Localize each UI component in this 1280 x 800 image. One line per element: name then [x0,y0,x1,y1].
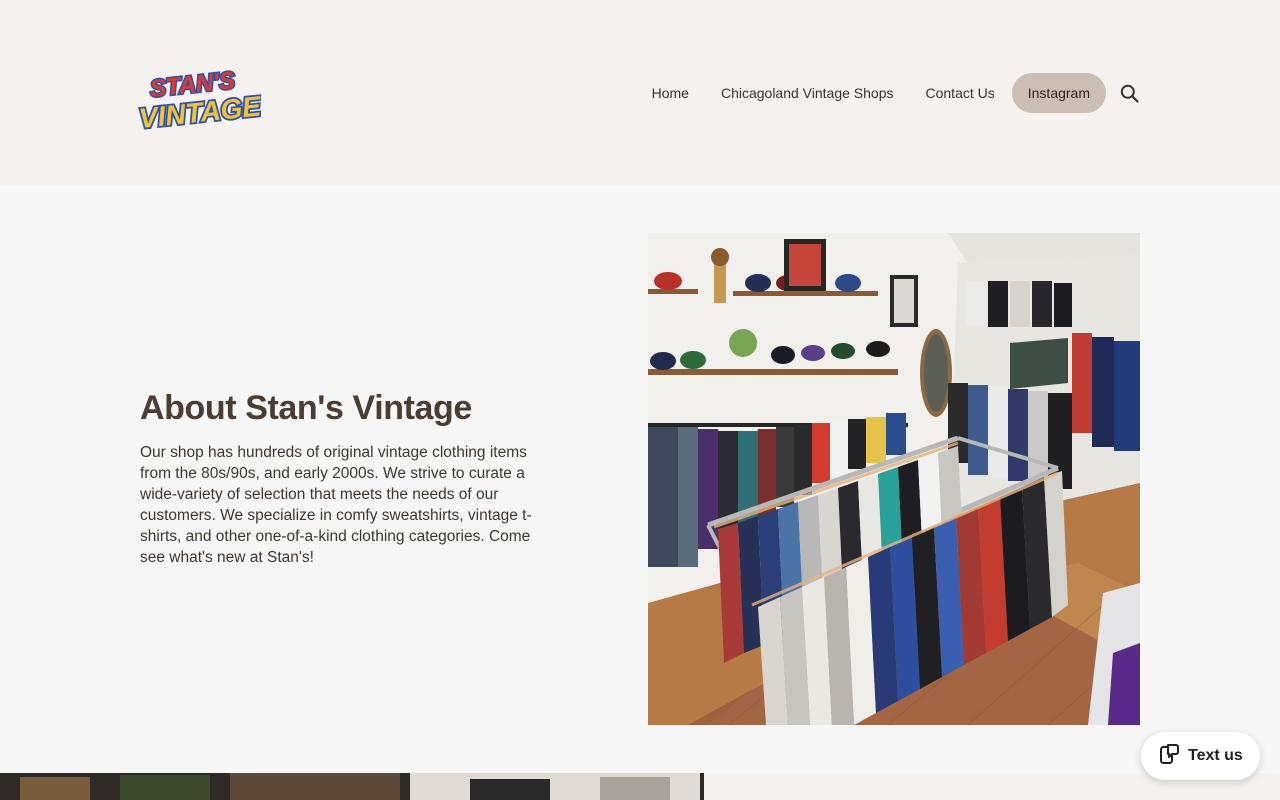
search-icon[interactable] [1118,82,1140,104]
about-description: Our shop has hundreds of original vintag… [140,444,532,566]
store-interior-photo [648,233,1140,725]
main-nav: Home Chicagoland Vintage Shops Contact U… [652,72,1140,114]
instagram-button[interactable]: Instagram [1011,73,1106,113]
text-us-button[interactable]: Text us [1141,732,1260,780]
site-header: STAN'S VINTAGE! Home Chicagoland Vintage… [0,0,1280,185]
site-logo[interactable]: STAN'S VINTAGE! [133,60,261,132]
nav-home[interactable]: Home [652,73,689,113]
about-title: About Stan's Vintage [140,389,472,427]
about-section: About Stan's Vintage Our shop has hundre… [0,185,1280,773]
nav-chicagoland-vintage-shops[interactable]: Chicagoland Vintage Shops [721,73,894,113]
message-phone-icon [1159,743,1179,770]
nav-contact-us[interactable]: Contact Us [926,73,995,113]
text-us-label: Text us [1188,747,1243,764]
storefront-photo [0,773,704,800]
